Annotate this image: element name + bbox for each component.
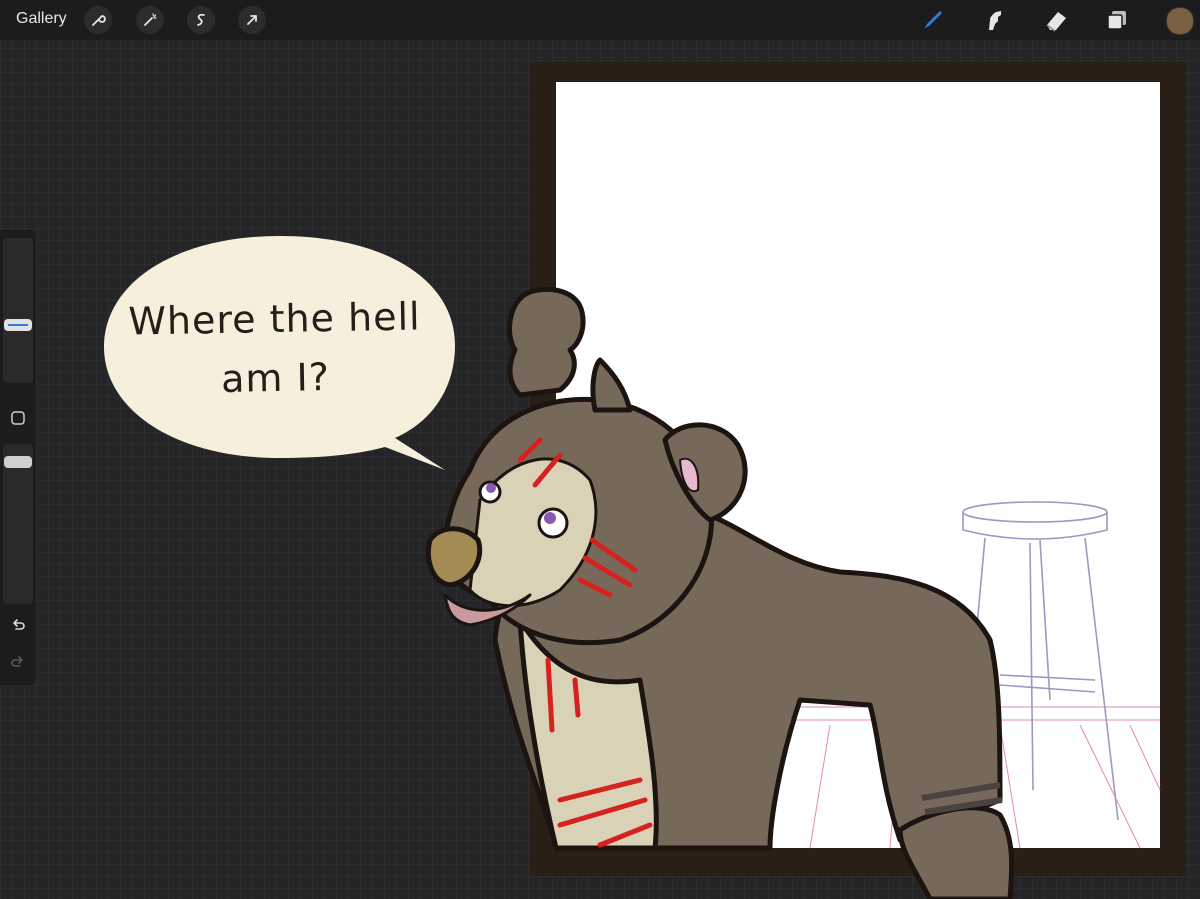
artwork-layer — [104, 236, 1161, 899]
speech-line-1: Where the hell — [127, 294, 421, 344]
speech-line-2: am I? — [220, 354, 331, 401]
speech-bubble-text: Where the hell am I? — [109, 287, 441, 411]
bear-character — [425, 286, 1015, 899]
